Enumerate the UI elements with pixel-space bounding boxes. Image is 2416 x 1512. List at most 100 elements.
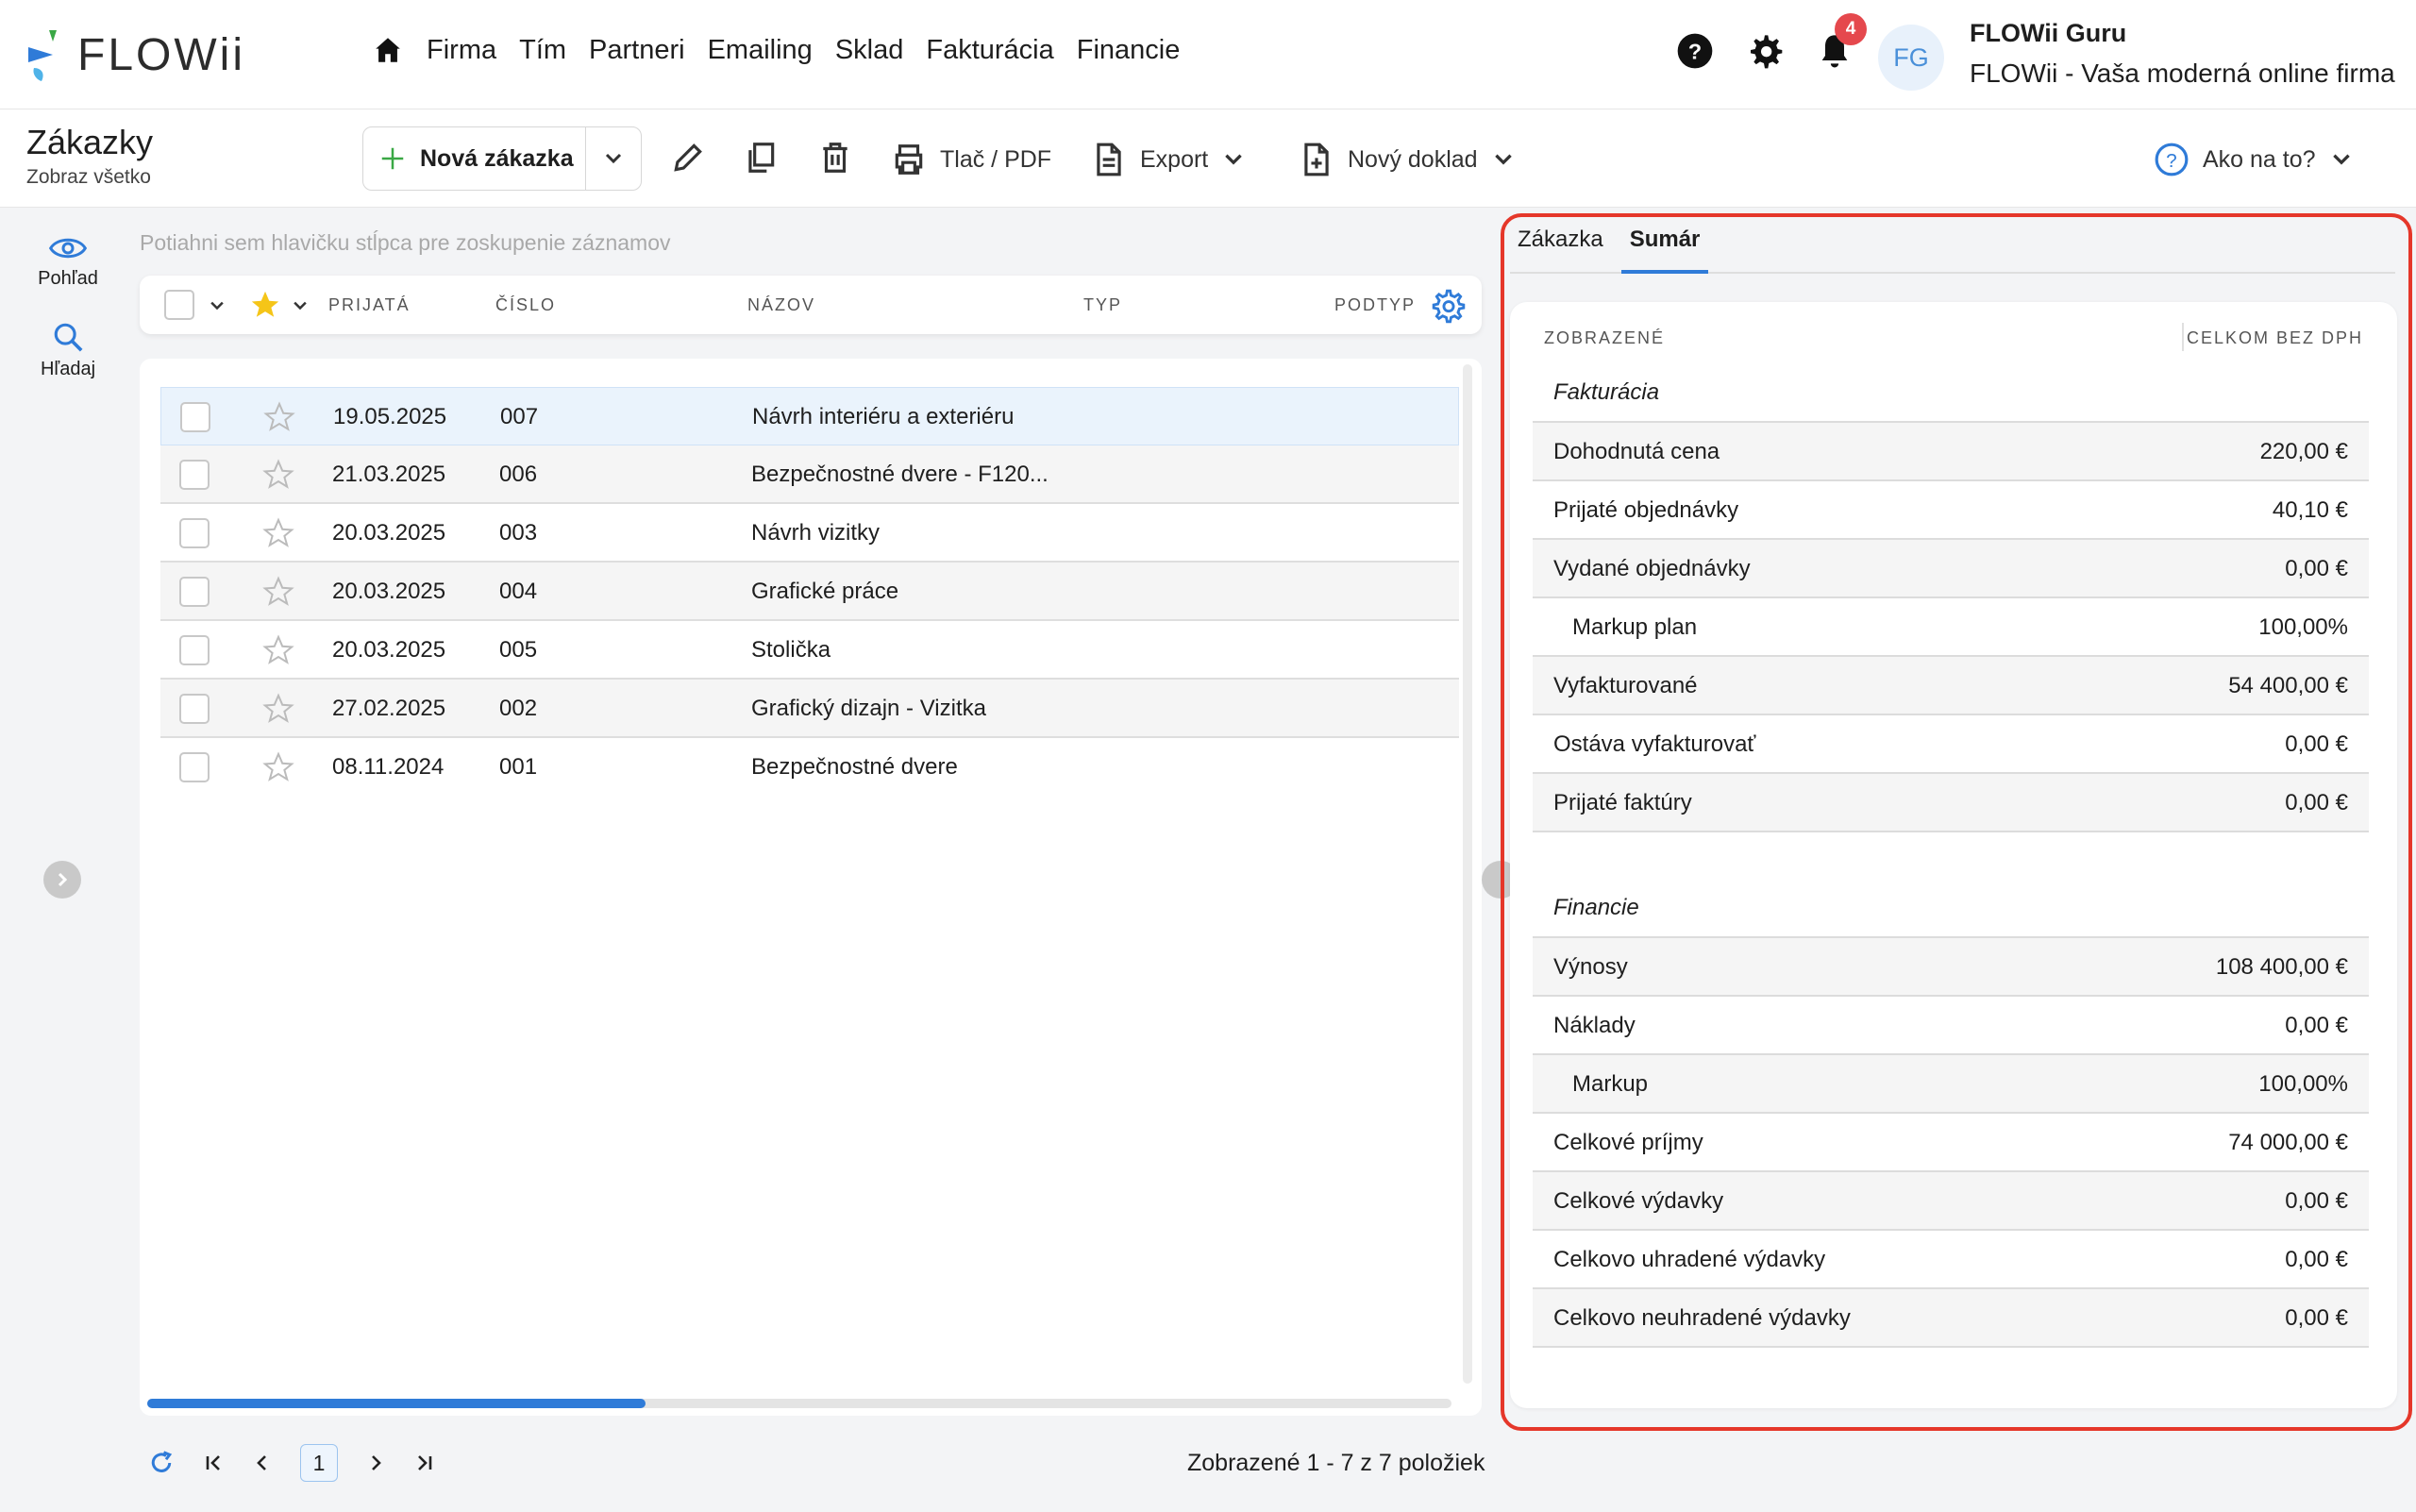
tab-zakazka[interactable]: Zákazka <box>1518 227 1603 253</box>
home-icon[interactable] <box>372 34 404 66</box>
chevron-down-icon[interactable] <box>291 296 310 315</box>
table-row[interactable]: 21.03.2025 006 Bezpečnostné dvere - F120… <box>160 445 1459 504</box>
new-document-button[interactable]: Nový doklad <box>1299 142 1516 177</box>
summary-value: 220,00 € <box>2259 439 2348 464</box>
pencil-icon[interactable] <box>670 140 706 176</box>
page-title: Zákazky <box>26 123 154 161</box>
summary-row: Markup plan 100,00% <box>1533 596 2369 655</box>
tab-sumar[interactable]: Sumár <box>1630 227 1701 253</box>
cell-date: 19.05.2025 <box>333 404 447 429</box>
summary-label: Prijaté objednávky <box>1553 497 1739 523</box>
table-row[interactable]: 19.05.2025 007 Návrh interiéru a exterié… <box>160 387 1459 445</box>
svg-text:?: ? <box>2166 150 2176 172</box>
chevron-down-icon[interactable] <box>208 296 226 315</box>
group-by-hint[interactable]: Potiahni sem hlavičku stĺpca pre zoskupe… <box>140 230 671 256</box>
export-button[interactable]: Export <box>1091 142 1246 177</box>
settings-cog-icon[interactable] <box>1431 288 1467 324</box>
help-icon[interactable]: ? <box>1676 32 1714 70</box>
star-icon[interactable] <box>263 401 295 433</box>
user-name[interactable]: FLOWii Guru <box>1970 19 2126 48</box>
cell-name: Bezpečnostné dvere - F120... <box>751 462 1049 487</box>
cell-date: 21.03.2025 <box>332 462 446 487</box>
logo[interactable]: FLOWii <box>25 26 245 83</box>
page-subtitle[interactable]: Zobraz všetko <box>26 166 151 189</box>
nav-item-financie[interactable]: Financie <box>1077 35 1181 66</box>
table-row[interactable]: 27.02.2025 002 Grafický dizajn - Vizitka <box>160 680 1459 738</box>
summary-head-total: CELKOM BEZ DPH <box>2186 328 2363 347</box>
vertical-scrollbar[interactable] <box>1463 364 1472 1384</box>
last-page-icon[interactable] <box>413 1452 436 1474</box>
star-icon[interactable] <box>262 751 294 783</box>
copy-icon[interactable] <box>743 140 779 176</box>
nav-item-fakturacia[interactable]: Fakturácia <box>926 35 1053 66</box>
print-pdf-label: Tlač / PDF <box>940 145 1052 173</box>
cell-number: 006 <box>499 462 538 487</box>
summary-value: 0,00 € <box>2285 1188 2348 1214</box>
summary-row: Celkové výdavky 0,00 € <box>1533 1170 2369 1229</box>
cell-date: 20.03.2025 <box>332 579 446 604</box>
svg-text:?: ? <box>1688 39 1702 63</box>
first-page-icon[interactable] <box>202 1452 225 1474</box>
nav-item-sklad[interactable]: Sklad <box>835 35 904 66</box>
star-icon[interactable] <box>262 459 294 491</box>
trash-icon[interactable] <box>817 140 853 176</box>
plus-icon <box>381 147 404 170</box>
nav-item-firma[interactable]: Firma <box>427 35 496 66</box>
cell-number: 001 <box>499 754 538 780</box>
table-row[interactable]: 20.03.2025 003 Návrh vizitky <box>160 504 1459 563</box>
horizontal-scrollbar-thumb[interactable] <box>147 1399 646 1408</box>
column-header-type[interactable]: TYP <box>1083 295 1122 315</box>
row-checkbox[interactable] <box>179 694 210 724</box>
new-order-dropdown[interactable] <box>586 127 641 190</box>
row-checkbox[interactable] <box>179 752 210 782</box>
summary-value: 74 000,00 € <box>2228 1130 2348 1155</box>
star-icon[interactable] <box>249 289 281 321</box>
row-checkbox[interactable] <box>179 460 210 490</box>
select-all-checkbox[interactable] <box>164 290 194 320</box>
nav-item-tim[interactable]: Tím <box>519 35 566 66</box>
summary-value: 100,00% <box>2258 614 2348 640</box>
cell-number: 005 <box>499 637 538 663</box>
logo-text: FLOWii <box>77 29 245 80</box>
new-order-button[interactable]: Nová zákazka <box>363 127 586 190</box>
cell-name: Návrh vizitky <box>751 520 881 546</box>
star-icon[interactable] <box>262 634 294 666</box>
horizontal-scrollbar[interactable] <box>147 1399 1451 1408</box>
summary-row: Markup 100,00% <box>1533 1053 2369 1112</box>
column-header-subtype[interactable]: PODTYP <box>1334 295 1416 315</box>
row-checkbox[interactable] <box>180 402 210 432</box>
table-row[interactable]: 08.11.2024 001 Bezpečnostné dvere <box>160 738 1459 797</box>
notifications[interactable]: 4 <box>1816 13 1867 70</box>
avatar[interactable]: FG <box>1878 25 1944 91</box>
row-checkbox[interactable] <box>179 635 210 665</box>
print-pdf-button[interactable]: Tlač / PDF <box>891 142 1051 177</box>
help-how-to-button[interactable]: ? Ako na to? <box>2154 142 2354 177</box>
rail-search-button[interactable]: Hľadaj <box>19 321 117 380</box>
expand-rail-button[interactable] <box>43 861 81 899</box>
summary-row: Vydané objednávky 0,00 € <box>1533 538 2369 596</box>
gear-icon[interactable] <box>1746 32 1784 70</box>
question-circle-icon: ? <box>2155 143 2189 176</box>
next-page-icon[interactable] <box>364 1452 387 1474</box>
rail-view-button[interactable]: Pohľad <box>19 234 117 290</box>
current-page[interactable]: 1 <box>300 1444 338 1482</box>
summary-row: Dohodnutá cena 220,00 € <box>1533 421 2369 479</box>
summary-row: Celkovo neuhradené výdavky 0,00 € <box>1533 1287 2369 1346</box>
table-row[interactable]: 20.03.2025 004 Grafické práce <box>160 563 1459 621</box>
column-header-number[interactable]: ČÍSLO <box>495 295 556 315</box>
column-header-received[interactable]: PRIJATÁ <box>328 295 411 315</box>
star-icon[interactable] <box>262 576 294 608</box>
row-checkbox[interactable] <box>179 518 210 548</box>
refresh-icon[interactable] <box>147 1449 176 1477</box>
nav-item-emailing[interactable]: Emailing <box>708 35 813 66</box>
summary-value: 0,00 € <box>2285 731 2348 757</box>
row-checkbox[interactable] <box>179 577 210 607</box>
nav-item-partneri[interactable]: Partneri <box>589 35 685 66</box>
table-row[interactable]: 20.03.2025 005 Stolička <box>160 621 1459 680</box>
summary-label: Výnosy <box>1553 954 1628 980</box>
column-header-name[interactable]: NÁZOV <box>747 295 815 315</box>
prev-page-icon[interactable] <box>251 1452 274 1474</box>
star-icon[interactable] <box>262 517 294 549</box>
printer-icon <box>895 144 923 175</box>
star-icon[interactable] <box>262 693 294 725</box>
